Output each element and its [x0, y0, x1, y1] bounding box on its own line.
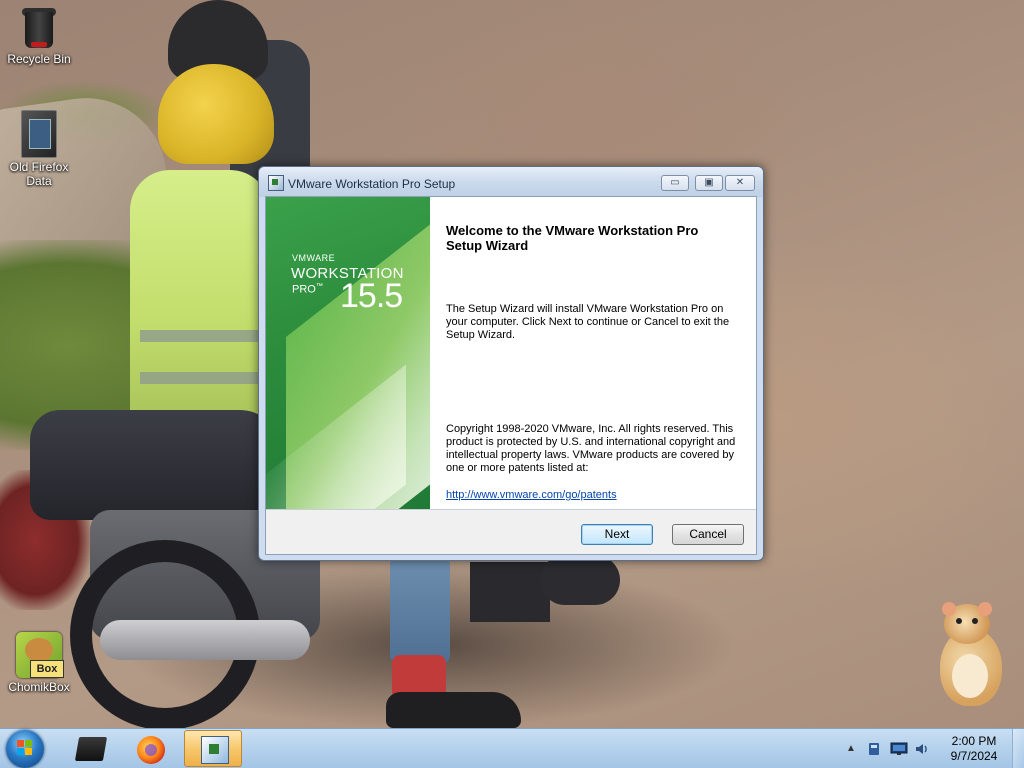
- taskbar-item-terminal[interactable]: [60, 730, 118, 767]
- patents-link[interactable]: http://www.vmware.com/go/patents: [446, 489, 617, 501]
- close-button[interactable]: ✕: [725, 175, 755, 191]
- hard-disk-icon[interactable]: [866, 741, 882, 757]
- volume-icon[interactable]: [914, 741, 930, 757]
- hamster-mascot-gadget[interactable]: [930, 600, 1010, 710]
- taskbar-item-vmware-setup[interactable]: [184, 730, 242, 767]
- clock-date: 9/7/2024: [950, 749, 998, 763]
- chomikbox-hamster-icon: Box: [16, 632, 64, 678]
- cancel-button[interactable]: Cancel: [672, 524, 744, 545]
- wallpaper-crate: [470, 562, 550, 622]
- desktop-icon-label: Recycle Bin: [7, 52, 71, 66]
- minimize-button[interactable]: ▭: [661, 175, 689, 191]
- window-title: VMware Workstation Pro Setup: [288, 177, 456, 191]
- folder-archive-icon: [21, 110, 57, 158]
- clock-time: 2:00 PM: [951, 734, 997, 748]
- desktop-icon-old-firefox-data[interactable]: Old Firefox Data: [1, 110, 77, 188]
- network-monitor-icon[interactable]: [890, 741, 908, 757]
- next-button[interactable]: Next: [581, 524, 653, 545]
- banner-edition: PRO: [292, 283, 316, 296]
- desktop-icon-label: ChomikBox: [8, 680, 70, 694]
- setup-app-icon: [268, 175, 284, 191]
- desktop-icon-label: Data: [26, 174, 52, 188]
- taskbar-clock[interactable]: 2:00 PM 9/7/2024: [940, 734, 1008, 764]
- banner-edition-text: PRO™: [292, 283, 323, 296]
- show-desktop-button[interactable]: [1012, 729, 1024, 768]
- wizard-description: The Setup Wizard will install VMware Wor…: [446, 303, 730, 341]
- desktop-icon-chomikbox[interactable]: Box ChomikBox: [1, 632, 77, 694]
- wallpaper-motorcycle-exhaust: [100, 620, 310, 660]
- setup-wizard-window: VMware Workstation Pro Setup ▭ ▣ ✕ VMWAR…: [258, 166, 764, 561]
- wallpaper-vest-stripe: [140, 372, 265, 384]
- wallpaper-tire: [540, 555, 620, 605]
- terminal-window-icon: [74, 737, 108, 761]
- wizard-content: VMWARE WORKSTATION PRO™ 15.5 Welcome to …: [265, 196, 757, 555]
- taskbar: ▲ 2:00 PM 9/7/2024: [0, 728, 1024, 768]
- taskbar-item-firefox[interactable]: [122, 730, 180, 767]
- banner-edition-mark: ™: [315, 283, 323, 290]
- start-button[interactable]: [6, 730, 44, 768]
- show-hidden-icons-button[interactable]: ▲: [846, 743, 856, 754]
- product-banner: VMWARE WORKSTATION PRO™ 15.5: [266, 197, 430, 509]
- wallpaper-leg: [390, 555, 450, 665]
- wallpaper-vest-stripe: [140, 330, 265, 342]
- desktop-icon-label: Old Firefox: [9, 160, 69, 174]
- copyright-notice: Copyright 1998-2020 VMware, Inc. All rig…: [446, 423, 736, 474]
- windows-logo-icon: [17, 740, 33, 756]
- chomikbox-badge: Box: [30, 660, 64, 678]
- desktop-icon-recycle-bin[interactable]: Recycle Bin: [1, 6, 77, 66]
- wallpaper-shoe: [386, 692, 521, 728]
- wallpaper-motorcycle-seat: [30, 410, 280, 520]
- firefox-icon: [137, 736, 165, 764]
- welcome-heading: Welcome to the VMware Workstation Pro Se…: [446, 223, 699, 253]
- maximize-button[interactable]: ▣: [695, 175, 723, 191]
- button-row: Next Cancel: [266, 510, 756, 554]
- vmware-setup-icon: [201, 736, 229, 764]
- window-titlebar[interactable]: VMware Workstation Pro Setup ▭ ▣ ✕: [259, 167, 763, 197]
- banner-vmware-text: VMWARE: [292, 253, 336, 263]
- recycle-bin-icon: [22, 6, 56, 50]
- banner-version-text: 15.5: [340, 277, 403, 315]
